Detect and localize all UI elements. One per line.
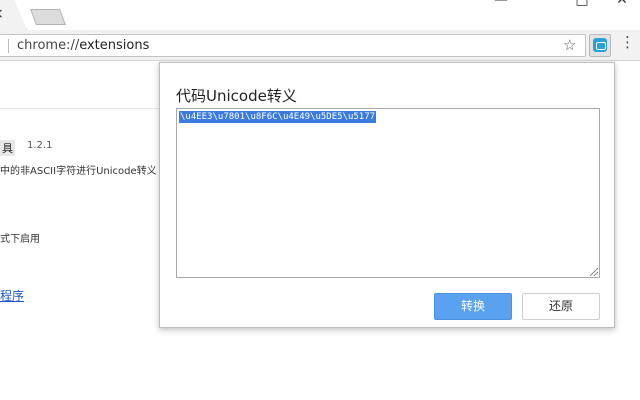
- tab-close-icon[interactable]: ×: [0, 7, 4, 21]
- browser-toolbar: chrome://extensions ☆: [0, 30, 640, 61]
- extension-popup: 代码Unicode转义 \u4EE3\u7801\u8F6C\u4E49\u5D…: [159, 62, 615, 328]
- new-tab-button[interactable]: [30, 9, 66, 25]
- tab-strip: × — □ ✕: [0, 0, 640, 30]
- tab-extensions[interactable]: ×: [0, 0, 27, 30]
- resize-grip-icon[interactable]: [590, 268, 598, 276]
- chrome-menu-icon[interactable]: ⋮: [620, 35, 635, 50]
- close-window-button[interactable]: ✕: [607, 0, 637, 10]
- url-text[interactable]: chrome://extensions: [17, 38, 149, 53]
- minimize-button[interactable]: —: [486, 0, 516, 10]
- textarea-selected-text: \u4EE3\u7801\u8F6C\u4E49\u5DE5\u5177: [179, 111, 377, 123]
- url-host: extensions: [79, 38, 150, 53]
- address-bar[interactable]: chrome://extensions ☆: [0, 34, 586, 57]
- incognito-toggle-label[interactable]: 式下启用: [0, 230, 40, 245]
- restore-button[interactable]: 还原: [522, 293, 600, 320]
- page-divider: [0, 108, 170, 109]
- extension-action-button[interactable]: [589, 34, 611, 57]
- bookmark-star-icon[interactable]: ☆: [563, 36, 576, 54]
- url-scheme: chrome://: [17, 38, 80, 53]
- extension-link[interactable]: 程序: [0, 287, 24, 304]
- extension-version: 1.2.1: [27, 140, 53, 151]
- convert-button[interactable]: 转换: [434, 293, 512, 320]
- extension-name: 具: [0, 140, 15, 156]
- popup-title: 代码Unicode转义: [176, 87, 297, 105]
- maximize-button[interactable]: □: [567, 0, 597, 10]
- code-textarea[interactable]: \u4EE3\u7801\u8F6C\u4E49\u5DE5\u5177: [176, 108, 600, 278]
- database-icon: [593, 38, 607, 52]
- omnibox-separator: [8, 39, 9, 53]
- extension-description: 中的非ASCII字符进行Unicode转义: [0, 166, 157, 177]
